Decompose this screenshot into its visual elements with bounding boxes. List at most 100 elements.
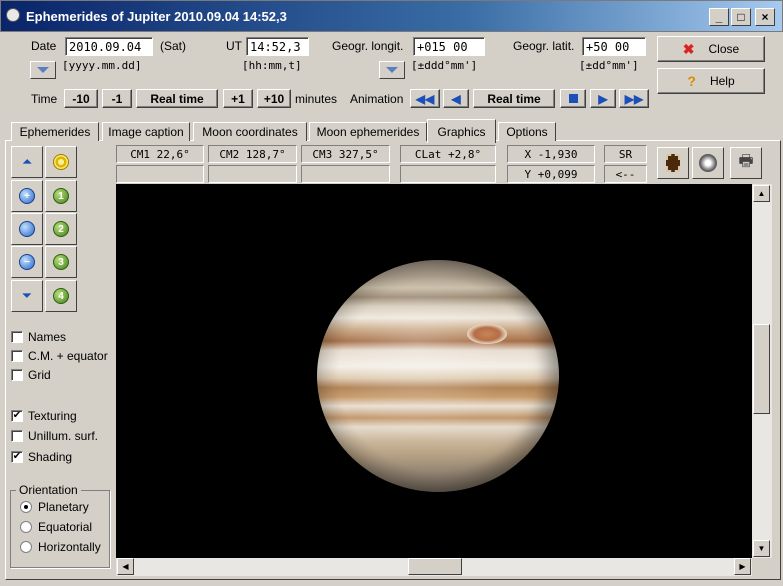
cm2-value: CM2 128,7° [208, 145, 297, 163]
date-dropdown-button[interactable] [30, 61, 56, 79]
double-left-arrow-icon: ◀◀ [415, 91, 435, 106]
tab-ephemerides[interactable]: Ephemerides [11, 122, 99, 141]
help-button[interactable]: ? Help [657, 68, 765, 94]
orientation-legend: Orientation [16, 483, 81, 497]
arrow-down-bar-icon: ⏷ [22, 289, 32, 302]
cm1-value: CM1 22,6° [116, 145, 204, 163]
tab-image-caption[interactable]: Image caption [102, 122, 190, 141]
planetary-radio-dot [20, 501, 32, 513]
cm-equator-check-box [11, 350, 23, 362]
zoom-bottom-button[interactable]: ⏷ [11, 280, 43, 312]
great-red-spot [467, 324, 507, 344]
chevron-down-icon [37, 67, 49, 73]
close-button-label: Close [708, 42, 740, 56]
scroll-up-button[interactable]: ▲ [753, 185, 770, 202]
cm-equator-label: C.M. + equator [28, 349, 108, 363]
animation-rewind-button[interactable]: ◀ [443, 89, 469, 108]
time-minus-1-button[interactable]: -1 [102, 89, 132, 108]
help-icon: ? [687, 73, 696, 89]
date-format-hint: [yyyy.mm.dd] [62, 59, 142, 72]
center-button[interactable] [45, 146, 77, 178]
target-icon [53, 154, 69, 170]
stop-icon [568, 94, 578, 103]
triangle-down-icon: ▼ [757, 544, 766, 553]
unillum-label: Unillum. surf. [28, 429, 99, 443]
longitude-dropdown-button[interactable] [379, 61, 405, 79]
time-minus-10-button[interactable]: -10 [64, 89, 98, 108]
moon-4-button[interactable]: 4 [45, 280, 77, 312]
ut-label: UT [226, 39, 242, 53]
time-plus-10-button[interactable]: +10 [257, 89, 291, 108]
print-button[interactable]: 🖶 [730, 147, 762, 179]
horizontally-radio[interactable]: Horizontally [20, 540, 101, 554]
left-arrow-icon: ◀ [451, 91, 461, 106]
moon-1-button[interactable]: 1 [45, 180, 77, 212]
shading-check-box: ✔ [11, 451, 23, 463]
tab-moon-ephemerides[interactable]: Moon ephemerides [309, 122, 427, 141]
horizontal-scrollbar[interactable]: ◀ ▶ [116, 558, 752, 576]
animation-real-time-label: Real time [487, 91, 541, 106]
planet-view-canvas[interactable] [116, 184, 752, 558]
scroll-right-button[interactable]: ▶ [734, 558, 751, 575]
date-field[interactable]: 2010.09.04 [65, 37, 153, 56]
maximize-button[interactable]: □ [731, 8, 751, 26]
zoom-reset-button[interactable] [11, 213, 43, 245]
grid-checkbox[interactable]: Grid [11, 368, 51, 382]
animation-label: Animation [350, 92, 404, 106]
zoom-in-button[interactable]: + [11, 180, 43, 212]
longitude-field[interactable]: +015 00 [413, 37, 485, 56]
vertical-scroll-thumb[interactable] [753, 324, 770, 414]
animation-fast-rewind-button[interactable]: ◀◀ [410, 89, 440, 108]
selected-dot-icon [24, 505, 28, 509]
moon-3-button[interactable]: 3 [45, 246, 77, 278]
animation-real-time-button[interactable]: Real time [473, 89, 555, 108]
moon-2-button[interactable]: 2 [45, 213, 77, 245]
animation-stop-button[interactable] [560, 89, 586, 108]
shading-label: Shading [28, 450, 73, 464]
film-button[interactable] [657, 147, 689, 179]
close-button[interactable]: ✖ Close [657, 36, 765, 62]
film-icon [666, 154, 680, 172]
tab-options[interactable]: Options [498, 122, 556, 141]
window-title: Ephemerides of Jupiter 2010.09.04 14:52,… [26, 9, 287, 24]
scroll-left-button[interactable]: ◀ [117, 558, 134, 575]
weekday-label: (Sat) [160, 39, 187, 53]
texturing-checkbox[interactable]: ✔ Texturing [11, 409, 77, 423]
latitude-field[interactable]: +50 00 [582, 37, 646, 56]
cm-equator-checkbox[interactable]: C.M. + equator [11, 349, 108, 363]
time-real-time-button[interactable]: Real time [136, 89, 218, 108]
scroll-down-button[interactable]: ▼ [753, 540, 770, 557]
equatorial-radio[interactable]: Equatorial [20, 520, 92, 534]
time-plus-1-button[interactable]: +1 [223, 89, 253, 108]
cm2-extra [208, 165, 297, 183]
tab-graphics[interactable]: Graphics [427, 119, 496, 143]
shading-checkbox[interactable]: ✔ Shading [11, 450, 72, 464]
names-checkbox[interactable]: Names [11, 330, 66, 344]
animation-fast-forward-button[interactable]: ▶▶ [619, 89, 649, 108]
triangle-right-icon: ▶ [739, 562, 746, 571]
triangle-left-icon: ◀ [122, 562, 129, 571]
zoom-out-button[interactable]: − [11, 246, 43, 278]
horizontal-scroll-thumb[interactable] [408, 558, 462, 575]
image-button[interactable] [692, 147, 724, 179]
moon-4-icon: 4 [53, 288, 69, 304]
arrow-up-bar-icon: ⏶ [22, 155, 32, 168]
clat-extra [400, 165, 496, 183]
circle-icon [19, 221, 35, 237]
moon-1-icon: 1 [53, 188, 69, 204]
minimize-button[interactable]: _ [709, 8, 729, 26]
horizontally-label: Horizontally [38, 540, 101, 554]
planetary-label: Planetary [38, 500, 89, 514]
close-window-button[interactable]: × [755, 8, 775, 26]
unillum-checkbox[interactable]: Unillum. surf. [11, 429, 98, 443]
zoom-top-button[interactable]: ⏶ [11, 146, 43, 178]
animation-play-button[interactable]: ▶ [590, 89, 616, 108]
ut-field[interactable]: 14:52,3 [246, 37, 309, 56]
close-x-icon: ✖ [682, 40, 695, 57]
vertical-scrollbar[interactable]: ▲ ▼ [752, 184, 772, 558]
tab-moon-coordinates[interactable]: Moon coordinates [193, 122, 307, 141]
moon-2-icon: 2 [53, 221, 69, 237]
plus-icon: + [19, 188, 35, 204]
longitude-label: Geogr. longit. [332, 39, 404, 53]
planetary-radio[interactable]: Planetary [20, 500, 89, 514]
